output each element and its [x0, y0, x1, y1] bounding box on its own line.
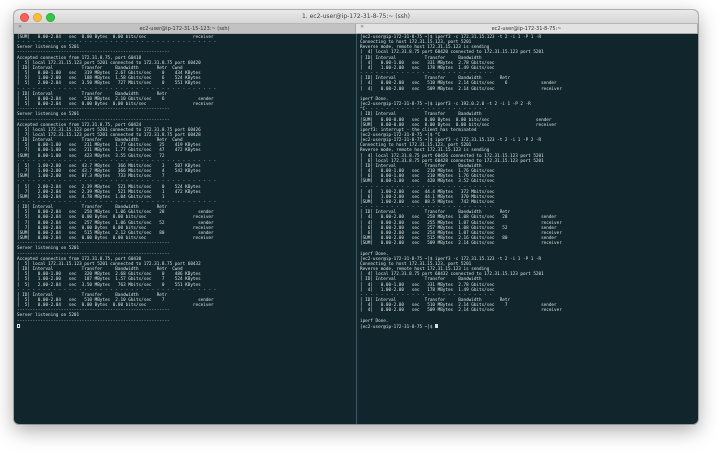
- close-window-button[interactable]: [20, 13, 29, 22]
- terminal-cursor: [17, 323, 20, 329]
- minimize-window-button[interactable]: [33, 13, 42, 22]
- shell-prompt: [ec2-user@ip-172-31-8-75 ~]$: [360, 324, 436, 330]
- window-controls: [20, 13, 55, 22]
- tab-ec2-user-15-123[interactable]: ✕ ec2-user@ip-172-31-15-123:~ (ssh): [14, 24, 356, 33]
- tab-ec2-user-8-75[interactable]: ✕ ec2-user@ip-172-31-8-75:~: [356, 24, 698, 33]
- right-terminal-output: [ec2-user@ip-172-31-8-75 ~]$ iperf3 -c 1…: [360, 35, 698, 324]
- left-cursor-line: [17, 323, 356, 330]
- maximize-window-button[interactable]: [46, 13, 55, 22]
- close-tab-icon[interactable]: ✕: [18, 24, 22, 30]
- right-prompt-line[interactable]: [ec2-user@ip-172-31-8-75 ~]$: [360, 323, 698, 330]
- terminal-cursor: [435, 323, 439, 329]
- tab-label: ec2-user@ip-172-31-8-75:~: [491, 25, 562, 32]
- split-panes: [SUM] 0.00-2.04 sec 0.00 Bytes 0.00 bits…: [14, 34, 698, 424]
- title-bar: 1. ec2-user@ip-172-31-8-75:~ (ssh): [14, 10, 698, 24]
- left-terminal-pane[interactable]: [SUM] 0.00-2.04 sec 0.00 Bytes 0.00 bits…: [14, 34, 357, 424]
- window-title: 1. ec2-user@ip-172-31-8-75:~ (ssh): [301, 13, 411, 20]
- left-terminal-output: [SUM] 0.00-2.04 sec 0.00 Bytes 0.00 bits…: [17, 35, 356, 324]
- right-terminal-pane[interactable]: [ec2-user@ip-172-31-8-75 ~]$ iperf3 -c 1…: [357, 34, 698, 424]
- terminal-window: 1. ec2-user@ip-172-31-8-75:~ (ssh) ✕ ec2…: [14, 10, 698, 424]
- tab-label: ec2-user@ip-172-31-15-123:~ (ssh): [139, 25, 230, 32]
- tab-bar: ✕ ec2-user@ip-172-31-15-123:~ (ssh) ✕ ec…: [14, 24, 698, 34]
- close-tab-icon[interactable]: ✕: [360, 24, 364, 30]
